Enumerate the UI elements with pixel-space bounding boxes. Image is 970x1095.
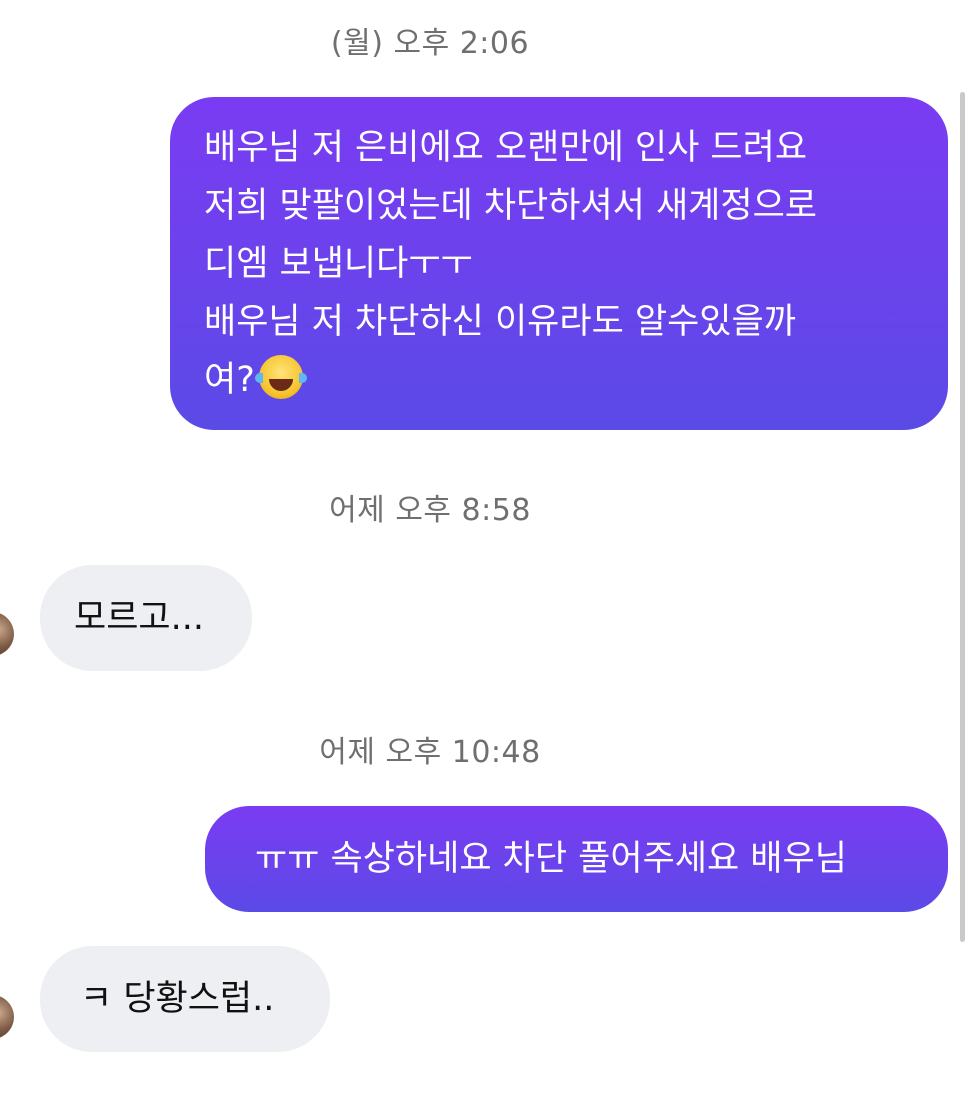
incoming-message-bubble[interactable]: 모르고... xyxy=(40,565,252,671)
message-timestamp: 어제 오후 8:58 xyxy=(329,493,531,528)
message-timestamp: 어제 오후 10:48 xyxy=(319,735,541,770)
sender-avatar[interactable] xyxy=(0,612,14,656)
message-line: 배우님 저 은비에요 오랜만에 인사 드려요 xyxy=(204,128,808,168)
incoming-message-bubble[interactable]: ㅋ 당황스럽.. xyxy=(40,946,330,1052)
sender-avatar[interactable] xyxy=(0,995,14,1039)
outgoing-message-bubble[interactable]: 배우님 저 은비에요 오랜만에 인사 드려요 저희 맞팔이었는데 차단하셔서 새… xyxy=(170,97,948,430)
scrollbar[interactable] xyxy=(960,92,965,942)
message-line: 저희 맞팔이었는데 차단하셔서 새계정으로 xyxy=(204,186,817,226)
message-line-with-emoji: 여? xyxy=(204,351,918,409)
outgoing-message-bubble[interactable]: ㅠㅠ 속상하네요 차단 풀어주세요 배우님 xyxy=(205,806,948,912)
message-line: 여? xyxy=(204,360,255,400)
face-with-tears-of-joy-icon xyxy=(254,355,307,399)
message-line: 배우님 저 차단하신 이유라도 알수있을까 xyxy=(204,302,796,342)
message-timestamp: (월) 오후 2:06 xyxy=(330,26,530,61)
message-line: 디엠 보냅니다ㅜㅜ xyxy=(204,244,473,284)
